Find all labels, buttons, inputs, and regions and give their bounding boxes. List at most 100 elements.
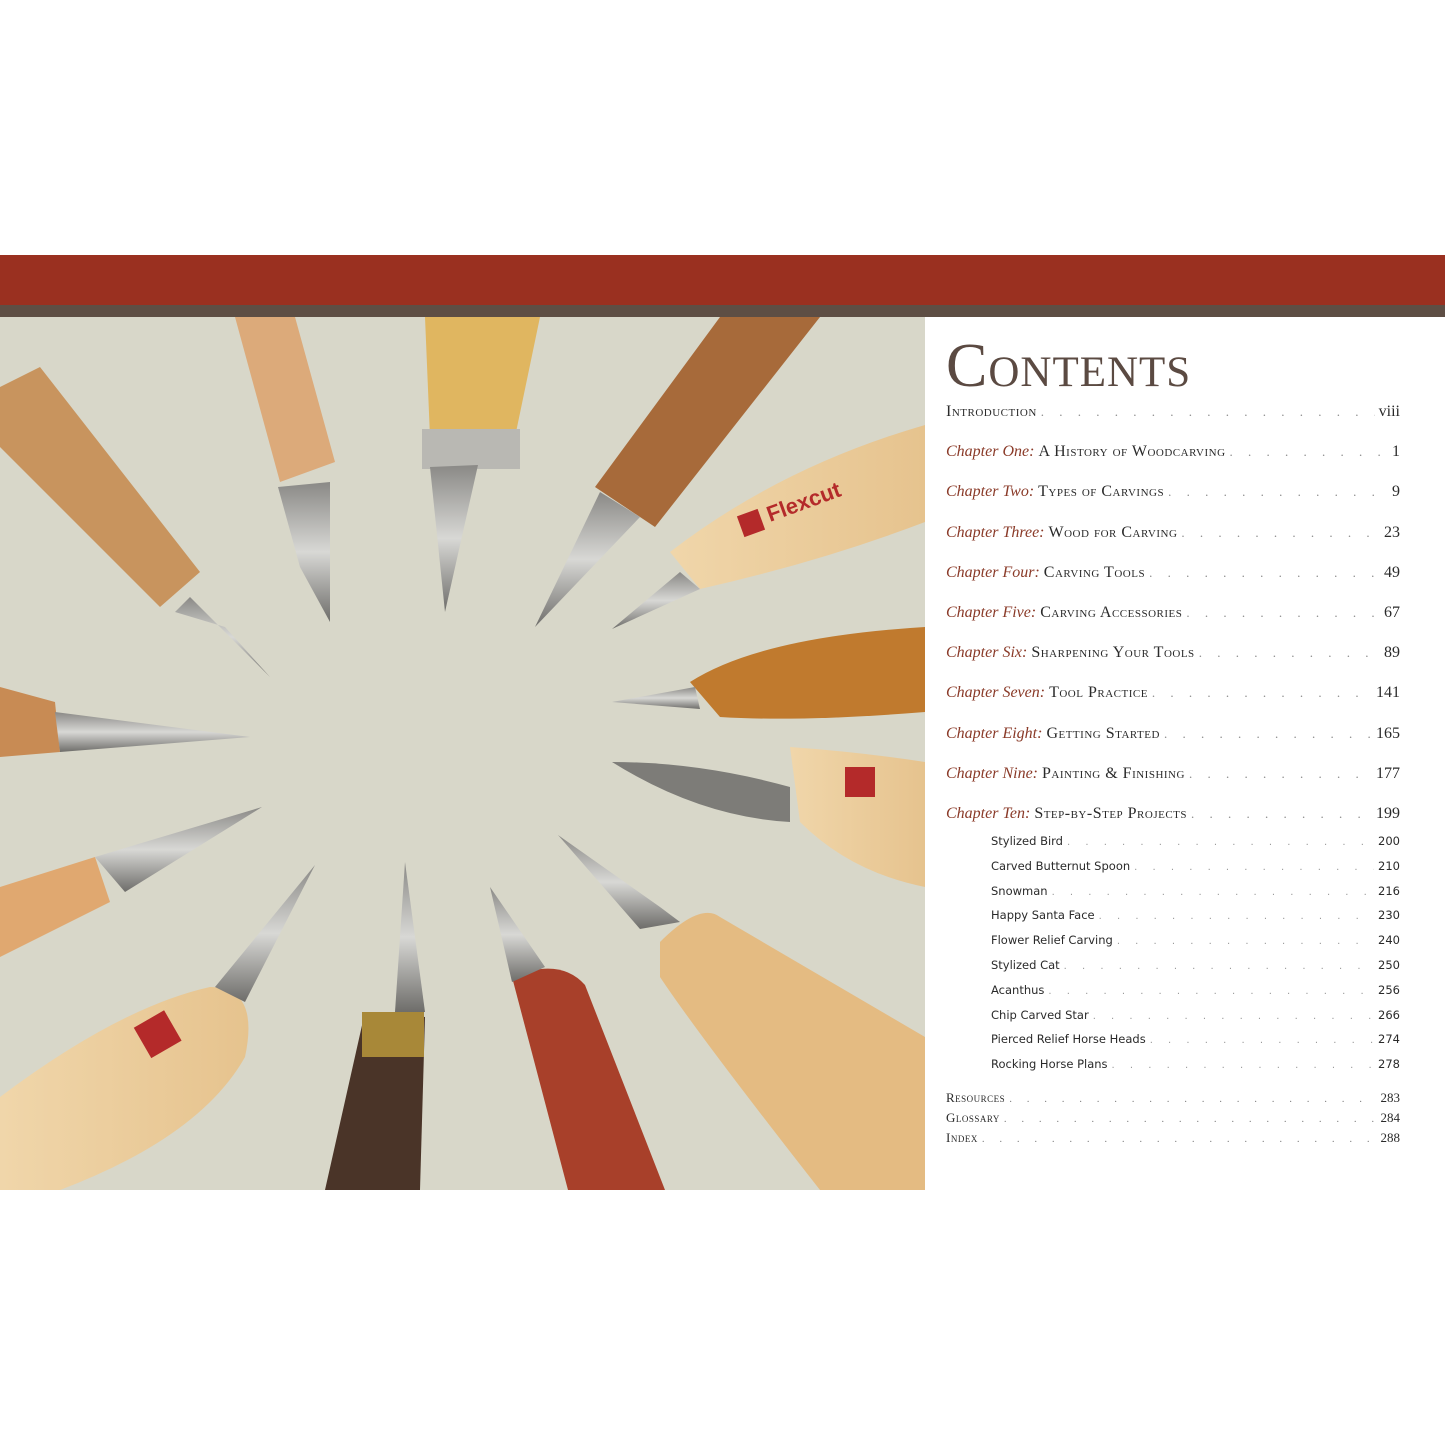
page-number: 141: [1376, 684, 1400, 702]
knife-top-3: [422, 317, 540, 612]
toc-project-entry[interactable]: Acanthus. . . . . . . . . . . . . . . . …: [991, 983, 1400, 1003]
chapter-title: Step-by-Step Projects: [1034, 805, 1188, 822]
page-number: 288: [1380, 1130, 1401, 1145]
project-title: Acanthus: [991, 982, 1045, 997]
dot-leader: . . . . . . . . . . . . . . . . . . . . …: [981, 1133, 1377, 1145]
chapter-title: Carving Accessories: [1040, 604, 1183, 621]
page-title: Contents: [946, 332, 1192, 400]
toc-entry[interactable]: Chapter Six: Sharpening Your Tools. . . .…: [946, 644, 1400, 668]
header-dark-rule: [0, 305, 1445, 317]
page-number: 177: [1376, 764, 1400, 782]
toc-entry[interactable]: Chapter Two: Types of Carvings. . . . . .…: [946, 483, 1400, 507]
page-number: 250: [1378, 958, 1400, 972]
dot-leader: . . . . . . . . . . . . . . . . . . . . …: [1048, 985, 1374, 997]
toc-project-entry[interactable]: Flower Relief Carving. . . . . . . . . .…: [991, 933, 1400, 953]
chapter-title: Introduction: [946, 403, 1037, 420]
chapter-title: Types of Carvings: [1038, 483, 1165, 501]
dot-leader: . . . . . . . . . . . . . . . . . . . . …: [1151, 685, 1372, 701]
page-number: 9: [1392, 483, 1400, 501]
dot-leader: . . . . . . . . . . . . . . . . . . . . …: [1111, 1060, 1375, 1072]
page-number: 199: [1376, 805, 1400, 822]
project-title: Rocking Horse Plans: [991, 1057, 1108, 1072]
toc-entry[interactable]: Chapter Three: Wood for Carving. . . . . …: [946, 524, 1400, 548]
toc-project-entry[interactable]: Stylized Cat. . . . . . . . . . . . . . …: [991, 958, 1400, 978]
toc-project-entry[interactable]: Stylized Bird. . . . . . . . . . . . . .…: [991, 834, 1400, 854]
page-number: 1: [1392, 443, 1400, 461]
chapter-number: Chapter Seven:: [946, 684, 1046, 702]
toc-project-entry[interactable]: Pierced Relief Horse Heads. . . . . . . …: [991, 1032, 1400, 1052]
knife-upper-left: [0, 367, 270, 677]
page-number: 67: [1384, 604, 1400, 621]
toc-project-entry[interactable]: Snowman. . . . . . . . . . . . . . . . .…: [991, 884, 1400, 904]
project-title: Pierced Relief Horse Heads: [991, 1032, 1146, 1047]
chapter-title: Painting & Finishing: [1042, 764, 1185, 782]
page-number: 266: [1378, 1007, 1400, 1022]
knife-brass-ferrule: [325, 862, 425, 1190]
toc-back-matter-entry[interactable]: Glossary. . . . . . . . . . . . . . . . …: [946, 1110, 1400, 1128]
dot-leader: . . . . . . . . . . . . . . . . . . . . …: [1181, 524, 1380, 540]
dot-leader: . . . . . . . . . . . . . . . . . . . . …: [1186, 605, 1380, 620]
chapter-number: Chapter Four:: [946, 563, 1040, 581]
toc-entry[interactable]: Chapter Ten: Step-by-Step Projects. . . .…: [946, 805, 1400, 829]
dot-leader: . . . . . . . . . . . . . . . . . . . . …: [1188, 765, 1372, 781]
dot-leader: . . . . . . . . . . . . . . . . . . . . …: [1163, 725, 1372, 741]
project-title: Chip Carved Star: [991, 1007, 1089, 1022]
toc-entry[interactable]: Chapter Eight: Getting Started. . . . . .…: [946, 725, 1400, 749]
page-number: 240: [1378, 933, 1400, 948]
chapter-title: Sharpening Your Tools: [1031, 644, 1195, 662]
knife-flexcut-right: [612, 747, 925, 887]
chapter-number: Chapter Two:: [946, 483, 1035, 501]
toc-project-entry[interactable]: Carved Butternut Spoon. . . . . . . . . …: [991, 859, 1400, 879]
dot-leader: . . . . . . . . . . . . . . . . . . . . …: [1149, 1035, 1374, 1047]
toc-entry[interactable]: Chapter Four: Carving Tools. . . . . . . …: [946, 564, 1400, 588]
project-title: Stylized Bird: [991, 834, 1063, 848]
page-number: 256: [1378, 982, 1400, 997]
project-title: Stylized Cat: [991, 958, 1060, 972]
toc-entry[interactable]: Chapter Nine: Painting & Finishing. . . .…: [946, 765, 1400, 789]
page-number: 165: [1376, 724, 1400, 742]
carving-knives-photo: Flexcut: [0, 317, 925, 1190]
knife-red-handle: [490, 887, 665, 1190]
page-number: 283: [1380, 1090, 1401, 1105]
back-matter-title: Resources: [946, 1090, 1006, 1105]
project-title: Happy Santa Face: [991, 908, 1095, 923]
page-number: 89: [1384, 644, 1400, 662]
chapter-number: Chapter One:: [946, 443, 1035, 461]
chapter-title: A History of Woodcarving: [1038, 443, 1226, 461]
chapter-number: Chapter Eight:: [946, 724, 1043, 742]
knife-right-6: [612, 627, 925, 719]
toc-entry[interactable]: Introduction. . . . . . . . . . . . . . …: [946, 403, 1400, 427]
dot-leader: . . . . . . . . . . . . . . . . . . . . …: [1198, 645, 1380, 661]
page-number: 274: [1378, 1032, 1400, 1047]
dot-leader: . . . . . . . . . . . . . . . . . . . . …: [1116, 936, 1374, 948]
knife-left-13: [0, 687, 250, 757]
toc-project-entry[interactable]: Chip Carved Star. . . . . . . . . . . . …: [991, 1008, 1400, 1028]
page-number: 23: [1384, 523, 1400, 541]
toc-back-matter-entry[interactable]: Index. . . . . . . . . . . . . . . . . .…: [946, 1130, 1400, 1148]
page-number: 216: [1378, 883, 1400, 898]
page-number: 210: [1378, 858, 1400, 873]
page-number: 49: [1384, 563, 1400, 581]
chapter-number: Chapter Six:: [946, 644, 1028, 662]
dot-leader: . . . . . . . . . . . . . . . . . . . . …: [1063, 961, 1374, 972]
toc-entry[interactable]: Chapter Five: Carving Accessories. . . . …: [946, 604, 1400, 628]
dot-leader: . . . . . . . . . . . . . . . . . . . . …: [1092, 1010, 1374, 1022]
toc-entry[interactable]: Chapter One: A History of Woodcarving. . …: [946, 443, 1400, 467]
dot-leader: . . . . . . . . . . . . . . . . . . . . …: [1009, 1093, 1376, 1105]
page-number: viii: [1378, 403, 1400, 420]
chapter-title: Carving Tools: [1043, 563, 1146, 581]
toc-project-entry[interactable]: Rocking Horse Plans. . . . . . . . . . .…: [991, 1057, 1400, 1077]
dot-leader: . . . . . . . . . . . . . . . . . . . . …: [1003, 1113, 1377, 1125]
toc-back-matter-entry[interactable]: Resources. . . . . . . . . . . . . . . .…: [946, 1090, 1400, 1108]
project-title: Carved Butternut Spoon: [991, 858, 1131, 873]
dot-leader: . . . . . . . . . . . . . . . . . . . . …: [1098, 911, 1374, 923]
toc-project-entry[interactable]: Happy Santa Face. . . . . . . . . . . . …: [991, 908, 1400, 928]
chapter-number: Chapter Five:: [946, 604, 1037, 621]
toc-entry[interactable]: Chapter Seven: Tool Practice. . . . . . .…: [946, 684, 1400, 708]
back-matter-title: Glossary: [946, 1110, 1000, 1125]
page-number: 230: [1378, 908, 1400, 923]
back-matter-title: Index: [946, 1130, 978, 1145]
dot-leader: . . . . . . . . . . . . . . . . . . . . …: [1229, 444, 1388, 460]
knife-top-2: [235, 317, 335, 622]
dot-leader: . . . . . . . . . . . . . . . . . . . . …: [1066, 837, 1374, 848]
